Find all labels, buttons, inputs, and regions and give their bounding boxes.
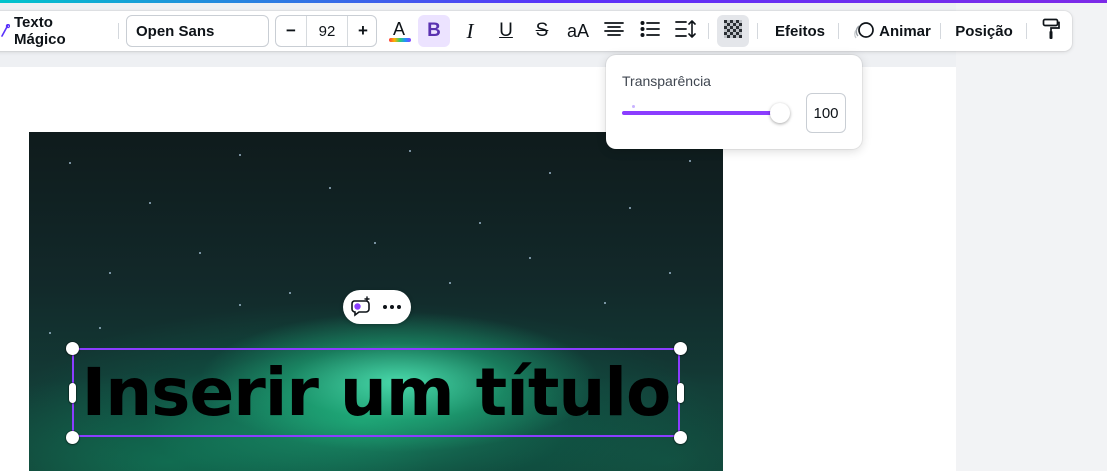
- font-size-stepper: − 92 +: [275, 15, 377, 47]
- animate-button[interactable]: Animar: [848, 11, 936, 51]
- transparency-checker-icon: [724, 20, 742, 42]
- italic-button[interactable]: I: [454, 11, 486, 51]
- letter-case-button[interactable]: aA: [562, 11, 594, 51]
- increase-font-size-button[interactable]: +: [348, 16, 378, 46]
- font-family-select[interactable]: Open Sans: [126, 15, 269, 47]
- more-dot: [397, 305, 401, 309]
- copy-style-button[interactable]: [1036, 11, 1066, 51]
- text-color-icon: A: [389, 18, 411, 44]
- more-dot: [383, 305, 387, 309]
- transparency-value-input[interactable]: 100: [806, 93, 846, 133]
- strikethrough-button[interactable]: S: [526, 11, 558, 51]
- toolbar-divider: [118, 23, 119, 39]
- toolbar-divider: [940, 23, 941, 39]
- underline-button[interactable]: U: [490, 11, 522, 51]
- slider-marker: [632, 105, 635, 108]
- toolbar-divider: [1026, 23, 1027, 39]
- resize-handle-top-left[interactable]: [66, 342, 79, 355]
- toolbar-divider: [757, 23, 758, 39]
- align-center-icon: [604, 21, 624, 41]
- canvas-right-margin: [956, 3, 1107, 471]
- resize-handle-left[interactable]: [69, 383, 76, 403]
- spacing-button[interactable]: [670, 11, 702, 51]
- magic-text-button[interactable]: Texto Mágico: [0, 11, 108, 51]
- transparency-popover: Transparência 100: [606, 55, 862, 149]
- animate-icon: [853, 21, 875, 41]
- bullet-list-icon: [640, 21, 660, 41]
- more-dot: [390, 305, 394, 309]
- align-button[interactable]: [598, 11, 630, 51]
- decrease-font-size-button[interactable]: −: [276, 16, 306, 46]
- transparency-slider-track[interactable]: [622, 111, 780, 115]
- position-button[interactable]: Posição: [948, 11, 1020, 51]
- magic-write-icon: [349, 296, 373, 323]
- toolbar-divider: [708, 23, 709, 39]
- resize-handle-bottom-left[interactable]: [66, 431, 79, 444]
- copy-style-icon: [1042, 18, 1060, 44]
- resize-handle-right[interactable]: [677, 383, 684, 403]
- resize-handle-top-right[interactable]: [674, 342, 687, 355]
- font-size-input[interactable]: 92: [306, 16, 348, 46]
- text-toolbar: Texto Mágico Open Sans − 92 + A B I U S …: [0, 11, 1072, 51]
- resize-handle-bottom-right[interactable]: [674, 431, 687, 444]
- magic-wand-icon: [0, 23, 11, 38]
- more-options-button[interactable]: [379, 295, 405, 319]
- magic-text-label: Texto Mágico: [14, 14, 66, 48]
- list-button[interactable]: [634, 11, 666, 51]
- selection-box: [72, 348, 680, 437]
- transparency-label: Transparência: [622, 73, 711, 89]
- effects-button[interactable]: Efeitos: [765, 11, 835, 51]
- top-accent-bar: [0, 0, 1107, 3]
- magic-write-button[interactable]: [349, 295, 373, 319]
- toolbar-divider: [838, 23, 839, 39]
- bold-button[interactable]: B: [418, 15, 450, 47]
- text-color-button[interactable]: A: [384, 11, 416, 51]
- line-spacing-icon: [675, 20, 697, 42]
- transparency-button[interactable]: [717, 15, 749, 47]
- transparency-slider-thumb[interactable]: [770, 103, 790, 123]
- element-context-menu: [343, 290, 411, 324]
